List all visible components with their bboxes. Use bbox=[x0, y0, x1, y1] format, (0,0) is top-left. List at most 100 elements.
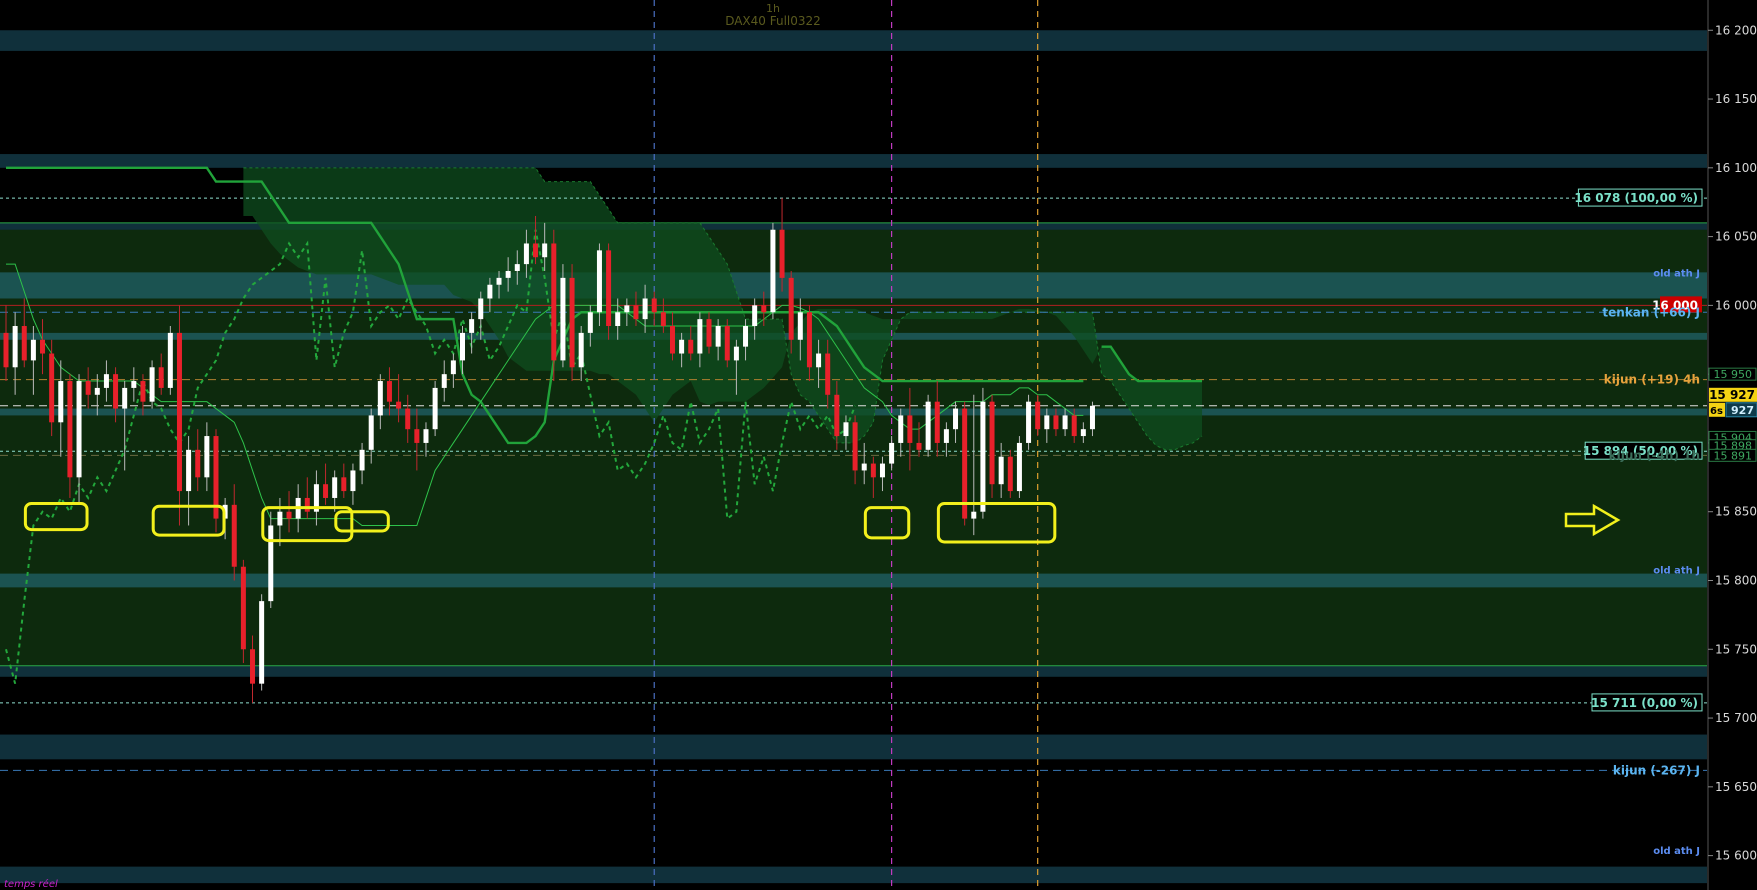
candle-body bbox=[943, 429, 949, 443]
candle-body bbox=[560, 277, 566, 361]
candle[interactable] bbox=[560, 264, 566, 368]
candle-body bbox=[67, 381, 73, 478]
candle-body bbox=[286, 511, 292, 519]
candle[interactable] bbox=[551, 229, 557, 382]
candle-body bbox=[925, 401, 931, 450]
candle-body bbox=[578, 332, 584, 368]
y-tick-label: 15 600 bbox=[1715, 849, 1757, 863]
candle-body bbox=[752, 305, 758, 327]
zone-band bbox=[0, 154, 1707, 168]
candle-body bbox=[779, 229, 785, 278]
candle[interactable] bbox=[167, 326, 173, 395]
countdown-label: 6s bbox=[1710, 406, 1723, 417]
zone-band bbox=[0, 734, 1707, 760]
candle-body bbox=[496, 277, 502, 285]
candle-body bbox=[85, 381, 91, 395]
candle[interactable] bbox=[569, 264, 575, 382]
candle-body bbox=[131, 381, 137, 388]
candle[interactable] bbox=[989, 394, 995, 498]
candle[interactable] bbox=[925, 394, 931, 457]
candle-body bbox=[706, 319, 712, 347]
candle-body bbox=[724, 326, 730, 361]
candle-body bbox=[94, 387, 100, 395]
candle[interactable] bbox=[149, 360, 155, 409]
candle[interactable] bbox=[49, 339, 55, 437]
candle-body bbox=[761, 305, 767, 313]
candle-body bbox=[1016, 442, 1022, 492]
y-tick-label: 15 700 bbox=[1715, 711, 1757, 725]
last-price-label: 15 927 bbox=[1709, 388, 1755, 402]
candle[interactable] bbox=[240, 559, 246, 664]
candle-body bbox=[304, 497, 310, 512]
candle[interactable] bbox=[268, 511, 274, 609]
candle-body bbox=[870, 463, 876, 478]
candle-body bbox=[1035, 401, 1041, 430]
candle-body bbox=[852, 422, 858, 471]
candle-body bbox=[414, 429, 420, 443]
level-label-tenkan: kijun (-267) J bbox=[1613, 763, 1700, 777]
level-label-old_ath: old ath J bbox=[1653, 268, 1700, 279]
countdown-value-label: 927 bbox=[1731, 404, 1754, 417]
candle-body bbox=[1062, 415, 1068, 430]
candle-body bbox=[843, 422, 849, 437]
candle-body bbox=[1007, 456, 1013, 492]
candle-body bbox=[797, 312, 803, 340]
candle-body bbox=[167, 332, 173, 388]
candle-body bbox=[825, 353, 831, 395]
candle[interactable] bbox=[606, 243, 612, 340]
candle-body bbox=[450, 360, 456, 375]
candle[interactable] bbox=[770, 222, 776, 320]
y-tick-label: 15 750 bbox=[1715, 642, 1757, 656]
zone-band bbox=[0, 272, 1707, 299]
candle-body bbox=[816, 353, 822, 368]
candle-body bbox=[788, 277, 794, 340]
candle-body bbox=[350, 470, 356, 492]
candle-body bbox=[377, 381, 383, 416]
candle-body bbox=[715, 326, 721, 347]
candle-body bbox=[122, 387, 128, 409]
y-tick-label: 16 150 bbox=[1715, 92, 1757, 106]
candle-body bbox=[268, 525, 274, 602]
candle-body bbox=[405, 408, 411, 430]
candle-body bbox=[140, 381, 146, 402]
candle-body bbox=[277, 511, 283, 526]
candle-body bbox=[953, 408, 959, 430]
level-label-old_ath: old ath J bbox=[1653, 565, 1700, 576]
candle-body bbox=[770, 229, 776, 313]
candle-body bbox=[240, 566, 246, 650]
candle-body bbox=[386, 381, 392, 402]
candle-body bbox=[533, 243, 539, 258]
candle[interactable] bbox=[980, 387, 986, 519]
candle-body bbox=[743, 326, 749, 347]
candle-body bbox=[341, 477, 347, 492]
candle-body bbox=[186, 449, 192, 492]
candle-body bbox=[158, 367, 164, 388]
candle-body bbox=[460, 332, 465, 361]
candle-body bbox=[1071, 415, 1077, 437]
price-chart[interactable]: 16 078 (100,00 %)15 894 (50,00 %)15 711 … bbox=[0, 0, 1757, 890]
candle[interactable] bbox=[724, 319, 730, 368]
candle-body bbox=[669, 326, 675, 354]
candle[interactable] bbox=[259, 594, 265, 691]
candle-body bbox=[30, 339, 36, 361]
candle[interactable] bbox=[1007, 449, 1013, 498]
level-label-tenkan: tenkan (+66) J bbox=[1602, 305, 1700, 319]
candle[interactable] bbox=[432, 381, 438, 437]
candle-body bbox=[898, 415, 904, 443]
candle[interactable] bbox=[1026, 394, 1032, 450]
candle-body bbox=[231, 504, 237, 567]
candle-body bbox=[1089, 405, 1095, 430]
candle-body bbox=[432, 387, 438, 430]
candle[interactable] bbox=[1016, 436, 1022, 498]
candle-body bbox=[606, 250, 612, 327]
level-tag-label: 15 891 bbox=[1714, 449, 1753, 462]
candle-body bbox=[21, 326, 27, 361]
candle-body bbox=[624, 305, 630, 313]
candle-body bbox=[879, 463, 885, 478]
candle-body bbox=[989, 401, 995, 485]
price-axis[interactable]: 16 200 16 150 16 100 16 050 16 000 15 950 15 9… bbox=[1707, 0, 1757, 890]
candle[interactable] bbox=[962, 401, 968, 526]
candle[interactable] bbox=[213, 429, 219, 533]
y-tick-label: 15 650 bbox=[1715, 780, 1757, 794]
zone-band bbox=[0, 222, 1707, 230]
